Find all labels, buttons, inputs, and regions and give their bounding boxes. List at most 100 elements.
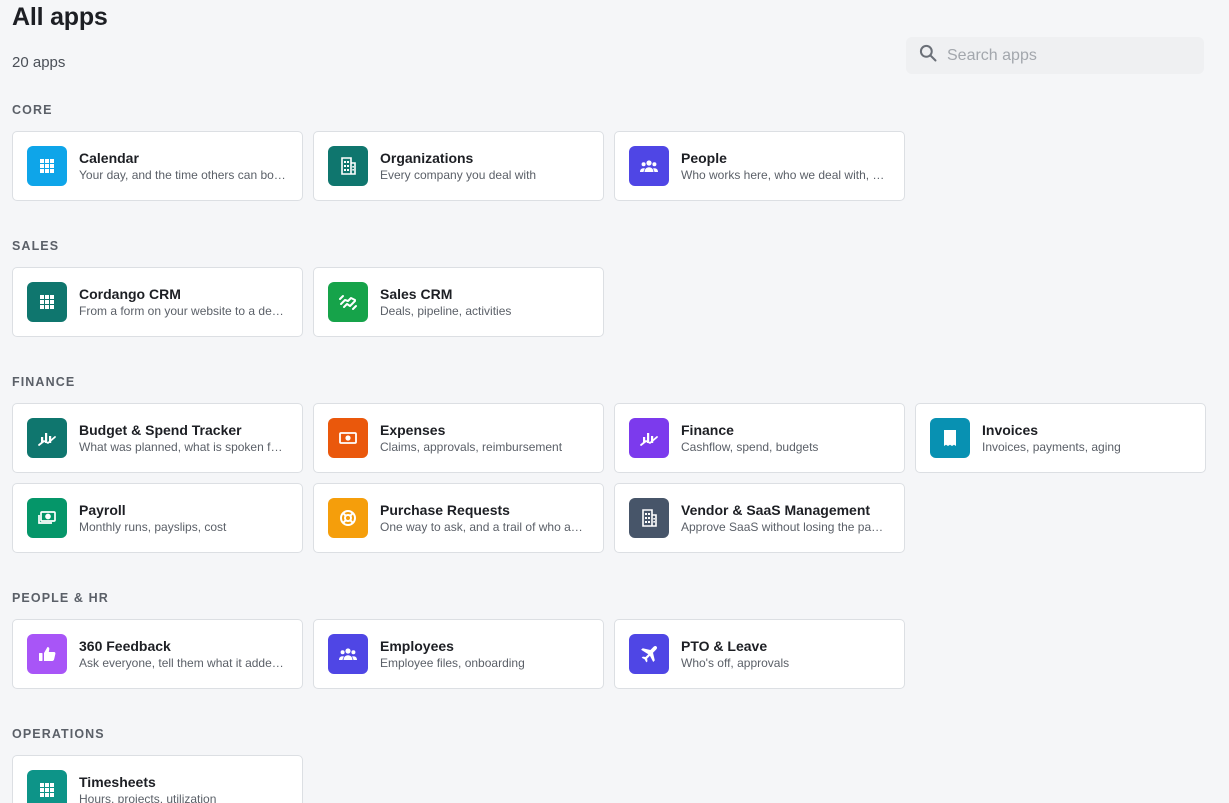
app-description: Your day, and the time others can book w… <box>79 167 287 182</box>
app-text: Calendar Your day, and the time others ca… <box>79 150 287 183</box>
app-text: Sales CRM Deals, pipeline, activities <box>380 286 588 319</box>
app-name: Finance <box>681 421 734 438</box>
people-icon <box>629 146 669 186</box>
section-title: OPERATIONS <box>12 727 105 741</box>
app-description: Claims, approvals, reimbursement <box>380 439 563 454</box>
app-card-invoices[interactable]: Invoices Invoices, payments, aging <box>915 403 1206 473</box>
thumbs-up-icon <box>27 634 67 674</box>
app-card-finance[interactable]: Finance Cashflow, spend, budgets <box>614 403 905 473</box>
app-name: Timesheets <box>79 773 156 790</box>
app-text: Expenses Claims, approvals, reimbursement <box>380 422 588 455</box>
app-text: Vendor & SaaS Management Approve SaaS wit… <box>681 502 889 535</box>
section-finance: FINANCE Budget & Spend Tracker What was pl… <box>12 375 1212 553</box>
app-description: What was planned, what is spoken for, wh… <box>79 439 287 454</box>
section-title: FINANCE <box>12 375 76 389</box>
section-title: SALES <box>12 239 60 253</box>
app-text: 360 Feedback Ask everyone, tell them what… <box>79 638 287 671</box>
section-operations: OPERATIONS Timesheets Hours, projects, uti… <box>12 727 1212 803</box>
app-card-payroll[interactable]: Payroll Monthly runs, payslips, cost <box>12 483 303 553</box>
grid-icon <box>27 146 67 186</box>
app-name: Payroll <box>79 501 126 518</box>
app-text: Payroll Monthly runs, payslips, cost <box>79 502 287 535</box>
app-name: Cordango CRM <box>79 285 181 302</box>
app-description: Hours, projects, utilization <box>79 791 217 803</box>
app-text: People Who works here, who we deal with, … <box>681 150 889 183</box>
app-name: Employees <box>380 637 454 654</box>
app-grid: Timesheets Hours, projects, utilization <box>12 755 1212 803</box>
money-icon <box>328 418 368 458</box>
app-card-budget-and-spend-tracker[interactable]: Budget & Spend Tracker What was planned, … <box>12 403 303 473</box>
app-card-purchase-requests[interactable]: Purchase Requests One way to ask, and a t… <box>313 483 604 553</box>
chart-icon <box>629 418 669 458</box>
app-description: Who's off, approvals <box>681 655 790 670</box>
app-card-organizations[interactable]: Organizations Every company you deal with <box>313 131 604 201</box>
people-icon <box>328 634 368 674</box>
app-card-360-feedback[interactable]: 360 Feedback Ask everyone, tell them what… <box>12 619 303 689</box>
app-description: Invoices, payments, aging <box>982 439 1121 454</box>
app-text: Invoices Invoices, payments, aging <box>982 422 1190 455</box>
app-text: Purchase Requests One way to ask, and a t… <box>380 502 588 535</box>
search-icon <box>918 43 938 68</box>
section-sales: SALES Cordango CRM From a form on your web… <box>12 239 1212 337</box>
app-name: Budget & Spend Tracker <box>79 421 242 438</box>
app-text: PTO & Leave Who's off, approvals <box>681 638 889 671</box>
lifebuoy-icon <box>328 498 368 538</box>
app-card-timesheets[interactable]: Timesheets Hours, projects, utilization <box>12 755 303 803</box>
app-text: Budget & Spend Tracker What was planned, … <box>79 422 287 455</box>
app-card-people[interactable]: People Who works here, who we deal with, … <box>614 131 905 201</box>
app-name: PTO & Leave <box>681 637 768 654</box>
app-name: Vendor & SaaS Management <box>681 501 871 518</box>
app-text: Timesheets Hours, projects, utilization <box>79 774 287 803</box>
app-description: Monthly runs, payslips, cost <box>79 519 227 534</box>
section-people-hr: PEOPLE & HR 360 Feedback Ask everyone, tel… <box>12 591 1212 689</box>
grid-icon <box>27 282 67 322</box>
app-name: Expenses <box>380 421 446 438</box>
app-description: Employee files, onboarding <box>380 655 525 670</box>
app-text: Finance Cashflow, spend, budgets <box>681 422 889 455</box>
app-name: Organizations <box>380 149 474 166</box>
app-card-cordango-crm[interactable]: Cordango CRM From a form on your website … <box>12 267 303 337</box>
app-card-pto-and-leave[interactable]: PTO & Leave Who's off, approvals <box>614 619 905 689</box>
app-grid: Cordango CRM From a form on your website … <box>12 267 1212 337</box>
app-description: Ask everyone, tell them what it added up… <box>79 655 287 670</box>
app-card-sales-crm[interactable]: Sales CRM Deals, pipeline, activities <box>313 267 604 337</box>
building-icon <box>328 146 368 186</box>
app-card-calendar[interactable]: Calendar Your day, and the time others ca… <box>12 131 303 201</box>
section-core: CORE Calendar Your day, and the time other… <box>12 103 1212 201</box>
app-grid: Calendar Your day, and the time others ca… <box>12 131 1212 201</box>
receipt-icon <box>930 418 970 458</box>
app-name: Purchase Requests <box>380 501 510 518</box>
plane-icon <box>629 634 669 674</box>
app-description: Approve SaaS without losing the paper tr… <box>681 519 889 534</box>
app-text: Employees Employee files, onboarding <box>380 638 588 671</box>
app-description: Every company you deal with <box>380 167 537 182</box>
app-name: 360 Feedback <box>79 637 171 654</box>
app-grid: Budget & Spend Tracker What was planned, … <box>12 403 1212 553</box>
search-input[interactable] <box>947 46 1197 65</box>
app-description: One way to ask, and a trail of who appro… <box>380 519 588 534</box>
app-description: Deals, pipeline, activities <box>380 303 512 318</box>
app-name: Invoices <box>982 421 1039 438</box>
app-count: 20 apps <box>12 54 66 71</box>
section-title: CORE <box>12 103 53 117</box>
handshake-icon <box>328 282 368 322</box>
app-card-employees[interactable]: Employees Employee files, onboarding <box>313 619 604 689</box>
app-description: Who works here, who we deal with, and ho… <box>681 167 889 182</box>
page-title: All apps <box>12 3 108 31</box>
building-icon <box>629 498 669 538</box>
app-name: People <box>681 149 727 166</box>
app-description: From a form on your website to a deal in… <box>79 303 287 318</box>
chart-icon <box>27 418 67 458</box>
app-description: Cashflow, spend, budgets <box>681 439 819 454</box>
search-box[interactable] <box>906 37 1204 74</box>
app-name: Sales CRM <box>380 285 453 302</box>
app-name: Calendar <box>79 149 139 166</box>
app-text: Cordango CRM From a form on your website … <box>79 286 287 319</box>
app-card-expenses[interactable]: Expenses Claims, approvals, reimbursement <box>313 403 604 473</box>
cash-icon <box>27 498 67 538</box>
app-text: Organizations Every company you deal with <box>380 150 588 183</box>
app-card-vendor-and-saas-management[interactable]: Vendor & SaaS Management Approve SaaS wit… <box>614 483 905 553</box>
app-grid: 360 Feedback Ask everyone, tell them what… <box>12 619 1212 689</box>
section-title: PEOPLE & HR <box>12 591 109 605</box>
grid-icon <box>27 770 67 803</box>
